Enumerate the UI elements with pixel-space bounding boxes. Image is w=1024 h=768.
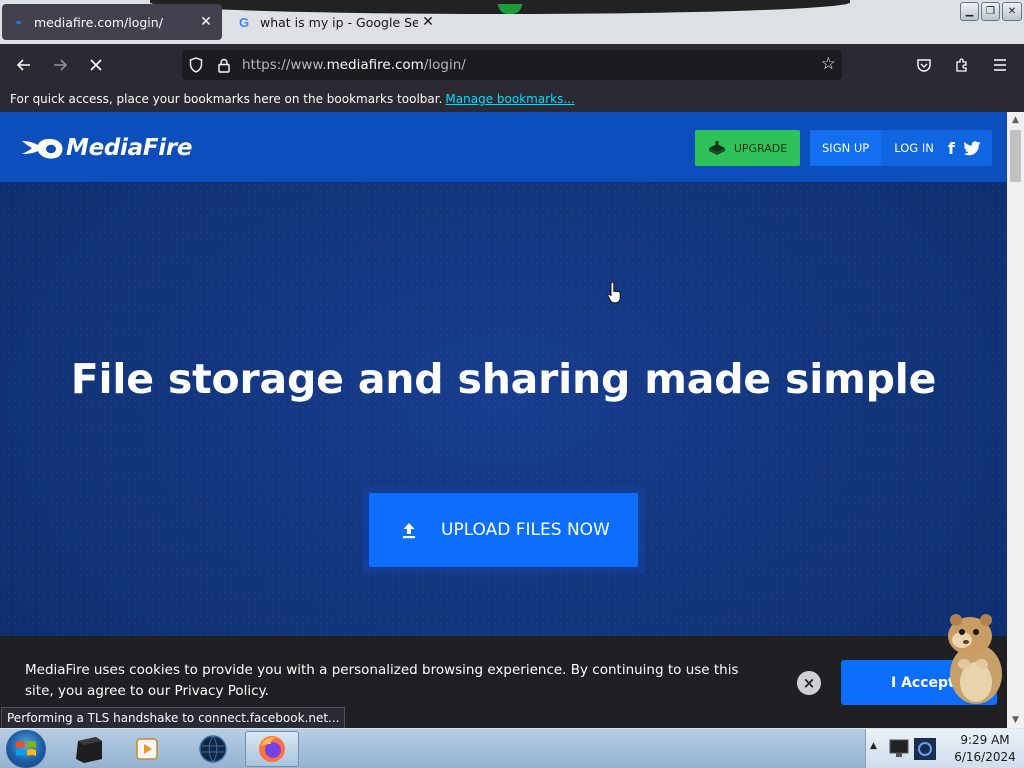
url-text[interactable]: https://www.mediafire.com/login/ bbox=[242, 57, 466, 73]
pocket-button[interactable] bbox=[906, 47, 942, 83]
tab-title: what is my ip - Google Search bbox=[260, 14, 418, 30]
x-icon bbox=[90, 59, 102, 71]
forward-button[interactable] bbox=[42, 47, 78, 83]
hamburger-icon bbox=[994, 59, 1006, 71]
address-bar[interactable]: https://www.mediafire.com/login/ ☆ bbox=[182, 50, 842, 80]
cookie-close-button[interactable]: × bbox=[797, 671, 821, 695]
window-controls: ▁ ❐ ✕ bbox=[960, 2, 1022, 21]
clock-time: 9:29 AM bbox=[960, 733, 1010, 747]
url-path: /login/ bbox=[423, 57, 466, 73]
url-prefix: https://www. bbox=[242, 57, 327, 73]
maximize-button[interactable]: ❐ bbox=[981, 2, 1000, 21]
terminal-icon bbox=[76, 737, 102, 763]
tab-mediafire[interactable]: mediafire.com/login/ ✕ bbox=[2, 4, 222, 40]
extensions-button[interactable] bbox=[944, 47, 980, 83]
shield-icon[interactable] bbox=[182, 50, 210, 80]
upload-files-button[interactable]: UPLOAD FILES NOW bbox=[369, 493, 638, 567]
hero-headline: File storage and sharing made simple bbox=[70, 355, 937, 403]
upload-arrow-icon bbox=[403, 523, 415, 539]
url-domain: mediafire.com bbox=[326, 57, 424, 73]
arrow-left-icon bbox=[16, 59, 30, 71]
show-hidden-icons-icon[interactable]: ▲ bbox=[870, 741, 877, 751]
bookmark-star-icon[interactable]: ☆ bbox=[821, 54, 836, 74]
tab-title: mediafire.com/login/ bbox=[34, 14, 163, 30]
upgrade-label: UPGRADE bbox=[733, 141, 788, 155]
status-panel: Performing a TLS handshake to connect.fa… bbox=[1, 707, 346, 729]
minimize-button[interactable]: ▁ bbox=[960, 2, 979, 21]
taskbar-globe[interactable] bbox=[186, 731, 240, 767]
google-g-icon: G bbox=[238, 14, 250, 30]
back-button[interactable] bbox=[6, 47, 42, 83]
windows-logo-icon bbox=[16, 741, 36, 756]
clock[interactable]: 9:29 AM 6/16/2024 bbox=[946, 732, 1024, 766]
taskbar: ▲ 9:29 AM 6/16/2024 bbox=[0, 728, 1024, 768]
stop-loading-button[interactable] bbox=[78, 47, 114, 83]
taskbar-terminal[interactable] bbox=[62, 731, 116, 767]
arrow-right-icon bbox=[54, 59, 68, 71]
upgrade-button[interactable]: UPGRADE bbox=[695, 130, 800, 166]
close-tab-icon[interactable]: ✕ bbox=[196, 12, 216, 32]
mediafire-logo[interactable]: MediaFire bbox=[20, 134, 193, 162]
media-player-icon bbox=[136, 738, 158, 760]
manage-bookmarks-link[interactable]: Manage bookmarks... bbox=[445, 92, 574, 106]
account-nav: SIGN UP LOG IN f bbox=[810, 130, 992, 166]
lock-icon[interactable] bbox=[210, 50, 238, 80]
brand-name: MediaFire bbox=[66, 135, 193, 161]
upgrade-box-icon bbox=[708, 141, 725, 155]
cookie-message: MediaFire uses cookies to provide you wi… bbox=[25, 662, 739, 699]
scroll-thumb[interactable] bbox=[1010, 130, 1021, 182]
tab-google-search[interactable]: G what is my ip - Google Search ✕ bbox=[228, 4, 444, 40]
taskbar-media-player[interactable] bbox=[120, 731, 174, 767]
start-button[interactable] bbox=[6, 730, 46, 768]
mediafire-flame-icon bbox=[22, 138, 63, 159]
taskbar-firefox[interactable] bbox=[245, 731, 299, 767]
network-monitor-icon[interactable] bbox=[888, 738, 912, 760]
scroll-down-arrow-icon[interactable]: ▼ bbox=[1007, 712, 1024, 728]
tab-strip: mediafire.com/login/ ✕ G what is my ip -… bbox=[0, 0, 1024, 44]
twitter-icon[interactable] bbox=[959, 140, 985, 156]
menu-button[interactable] bbox=[982, 47, 1018, 83]
upload-label: UPLOAD FILES NOW bbox=[441, 520, 610, 540]
toolbar-right bbox=[906, 47, 1018, 83]
clock-date: 6/16/2024 bbox=[954, 750, 1016, 764]
sign-up-button[interactable]: SIGN UP bbox=[810, 130, 882, 166]
log-in-button[interactable]: LOG IN bbox=[881, 130, 944, 166]
firefox-icon bbox=[259, 736, 285, 762]
web-page: MediaFire UPGRADE SIGN UP LOG IN f File … bbox=[0, 112, 1007, 728]
page-scrollbar[interactable]: ▲ ▼ bbox=[1007, 112, 1024, 728]
facebook-icon[interactable]: f bbox=[944, 139, 959, 158]
close-tab-icon[interactable]: ✕ bbox=[418, 12, 438, 32]
system-tray: ▲ 9:29 AM 6/16/2024 bbox=[865, 729, 1024, 768]
shield-status-icon[interactable] bbox=[914, 738, 936, 760]
scroll-up-arrow-icon[interactable]: ▲ bbox=[1007, 112, 1024, 128]
puzzle-icon bbox=[956, 58, 967, 72]
close-window-button[interactable]: ✕ bbox=[1002, 2, 1022, 21]
site-header: MediaFire UPGRADE SIGN UP LOG IN f bbox=[0, 112, 1007, 182]
navigation-toolbar: https://www.mediafire.com/login/ ☆ bbox=[0, 44, 1024, 86]
hamster-mascot-icon bbox=[948, 614, 1002, 704]
pocket-icon bbox=[917, 59, 931, 72]
globe-icon bbox=[199, 735, 227, 763]
screen: mediafire.com/login/ ✕ G what is my ip -… bbox=[0, 0, 1024, 768]
mediafire-favicon-icon bbox=[10, 14, 26, 30]
bookmarks-toolbar: For quick access, place your bookmarks h… bbox=[0, 86, 1024, 112]
hand-cursor-icon bbox=[607, 282, 621, 304]
bookmarks-hint: For quick access, place your bookmarks h… bbox=[10, 92, 443, 106]
